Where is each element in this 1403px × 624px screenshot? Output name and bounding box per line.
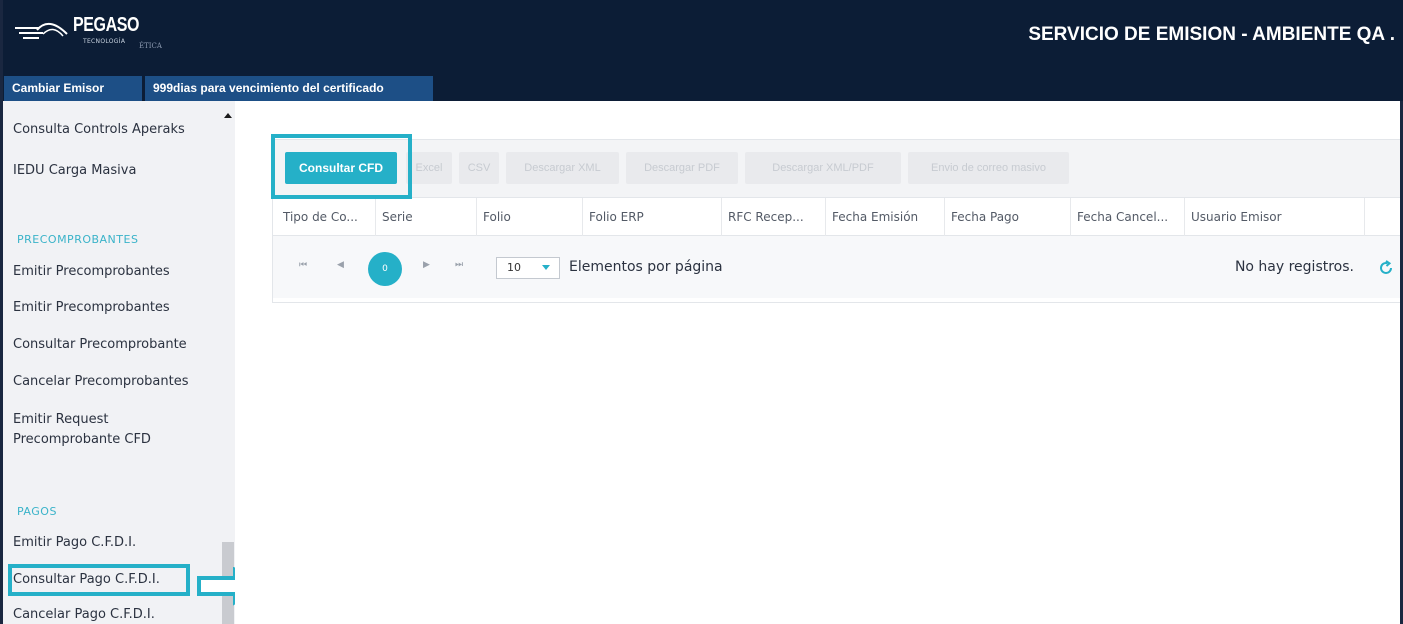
page-title: SERVICIO DE EMISION - AMBIENTE QA . (1028, 24, 1395, 45)
scroll-up-arrow-icon[interactable] (224, 113, 232, 118)
sidebar-item-consulta-controls-aperaks[interactable]: Consulta Controls Aperaks (13, 121, 185, 139)
excel-button[interactable]: Excel (406, 152, 452, 184)
tab-certificate-expiry[interactable]: 999dias para vencimiento del certificado (145, 76, 433, 101)
app-window: PEGASO TECNOLOGÍA ÉTICA SERVICIO DE EMIS… (0, 0, 1403, 624)
page-size-label: Elementos por página (569, 259, 723, 275)
logo-name: PEGASO (73, 14, 140, 36)
descargar-xml-button[interactable]: Descargar XML (506, 152, 619, 184)
grid-toolbar: Consultar CFD Excel CSV Descargar XML De… (273, 140, 1403, 198)
column-header-tipo[interactable]: Tipo de Co... (277, 198, 375, 236)
column-header-folio-erp[interactable]: Folio ERP (582, 198, 721, 236)
csv-button[interactable]: CSV (459, 152, 499, 184)
highlight-consultar-cfd (271, 134, 412, 199)
column-header-folio[interactable]: Folio (476, 198, 582, 236)
logo-subtitle-2: ÉTICA (139, 42, 162, 50)
logo-subtitle: TECNOLOGÍA (83, 38, 126, 45)
column-header-fecha-pago[interactable]: Fecha Pago (944, 198, 1070, 236)
sidebar-item-consultar-precomprobante[interactable]: Consultar Precomprobante (13, 336, 187, 354)
sidebar-item-emitir-pago[interactable]: Emitir Pago C.F.D.I. (13, 534, 136, 552)
sidebar-item-emitir-precomprobantes[interactable]: Emitir Precomprobantes (13, 263, 170, 281)
column-header-usuario-emisor[interactable]: Usuario Emisor (1184, 198, 1364, 236)
page-size-select[interactable]: 10 (496, 257, 560, 279)
sidebar-item-precomprobante-cfd[interactable]: Precomprobante CFD (13, 431, 151, 449)
page-size-value: 10 (507, 261, 521, 274)
cfd-grid: Consultar CFD Excel CSV Descargar XML De… (272, 139, 1403, 303)
pager: ⏮ ◀ 0 ▶ ⏭ 10 Elementos por página No hay… (273, 236, 1403, 298)
descargar-pdf-button[interactable]: Descargar PDF (626, 152, 738, 184)
prev-page-icon[interactable]: ◀ (337, 260, 344, 270)
wing-logo-icon (15, 23, 68, 39)
current-page-button[interactable]: 0 (368, 252, 402, 286)
tab-cambiar-emisor[interactable]: Cambiar Emisor (4, 76, 142, 101)
main-content: Consultar CFD Excel CSV Descargar XML De… (235, 101, 1403, 624)
refresh-icon[interactable] (1378, 260, 1394, 276)
top-header: PEGASO TECNOLOGÍA ÉTICA SERVICIO DE EMIS… (3, 0, 1403, 68)
envio-correo-masivo-button[interactable]: Envio de correo masivo (908, 152, 1069, 184)
sidebar-item-cancelar-precomprobantes[interactable]: Cancelar Precomprobantes (13, 373, 189, 391)
chevron-down-icon (542, 265, 550, 270)
column-header-rfc-receptor[interactable]: RFC Recep... (721, 198, 825, 236)
last-page-icon[interactable]: ⏭ (455, 260, 463, 270)
highlight-consultar-pago (8, 564, 190, 596)
sidebar-item-emitir-precomprobantes-2[interactable]: Emitir Precomprobantes (13, 299, 170, 317)
column-header-fecha-cancelacion[interactable]: Fecha Cancel... (1070, 198, 1184, 236)
pager-info: No hay registros. (1234, 259, 1354, 275)
descargar-xml-pdf-button[interactable]: Descargar XML/PDF (745, 152, 901, 184)
sidebar-item-cancelar-pago[interactable]: Cancelar Pago C.F.D.I. (13, 606, 155, 624)
column-header-serie[interactable]: Serie (375, 198, 476, 236)
table-header: Tipo de Co... Serie Folio Folio ERP RFC … (273, 198, 1403, 236)
next-page-icon[interactable]: ▶ (423, 260, 430, 270)
pegaso-logo[interactable]: PEGASO TECNOLOGÍA ÉTICA (13, 10, 173, 50)
sidebar-item-iedu-carga-masiva[interactable]: IEDU Carga Masiva (13, 162, 136, 180)
first-page-icon[interactable]: ⏮ (299, 260, 307, 270)
tab-bar: Cambiar Emisor 999dias para vencimiento … (3, 68, 1403, 101)
sidebar-section-precomprobantes: PRECOMPROBANTES (17, 233, 139, 246)
column-header-fecha-emision[interactable]: Fecha Emisión (825, 198, 944, 236)
sidebar-section-pagos: PAGOS (17, 505, 57, 518)
column-header-empty (1364, 198, 1403, 236)
sidebar-item-emitir-request[interactable]: Emitir Request (13, 411, 108, 429)
sidebar: Consulta Controls Aperaks IEDU Carga Mas… (3, 101, 235, 624)
